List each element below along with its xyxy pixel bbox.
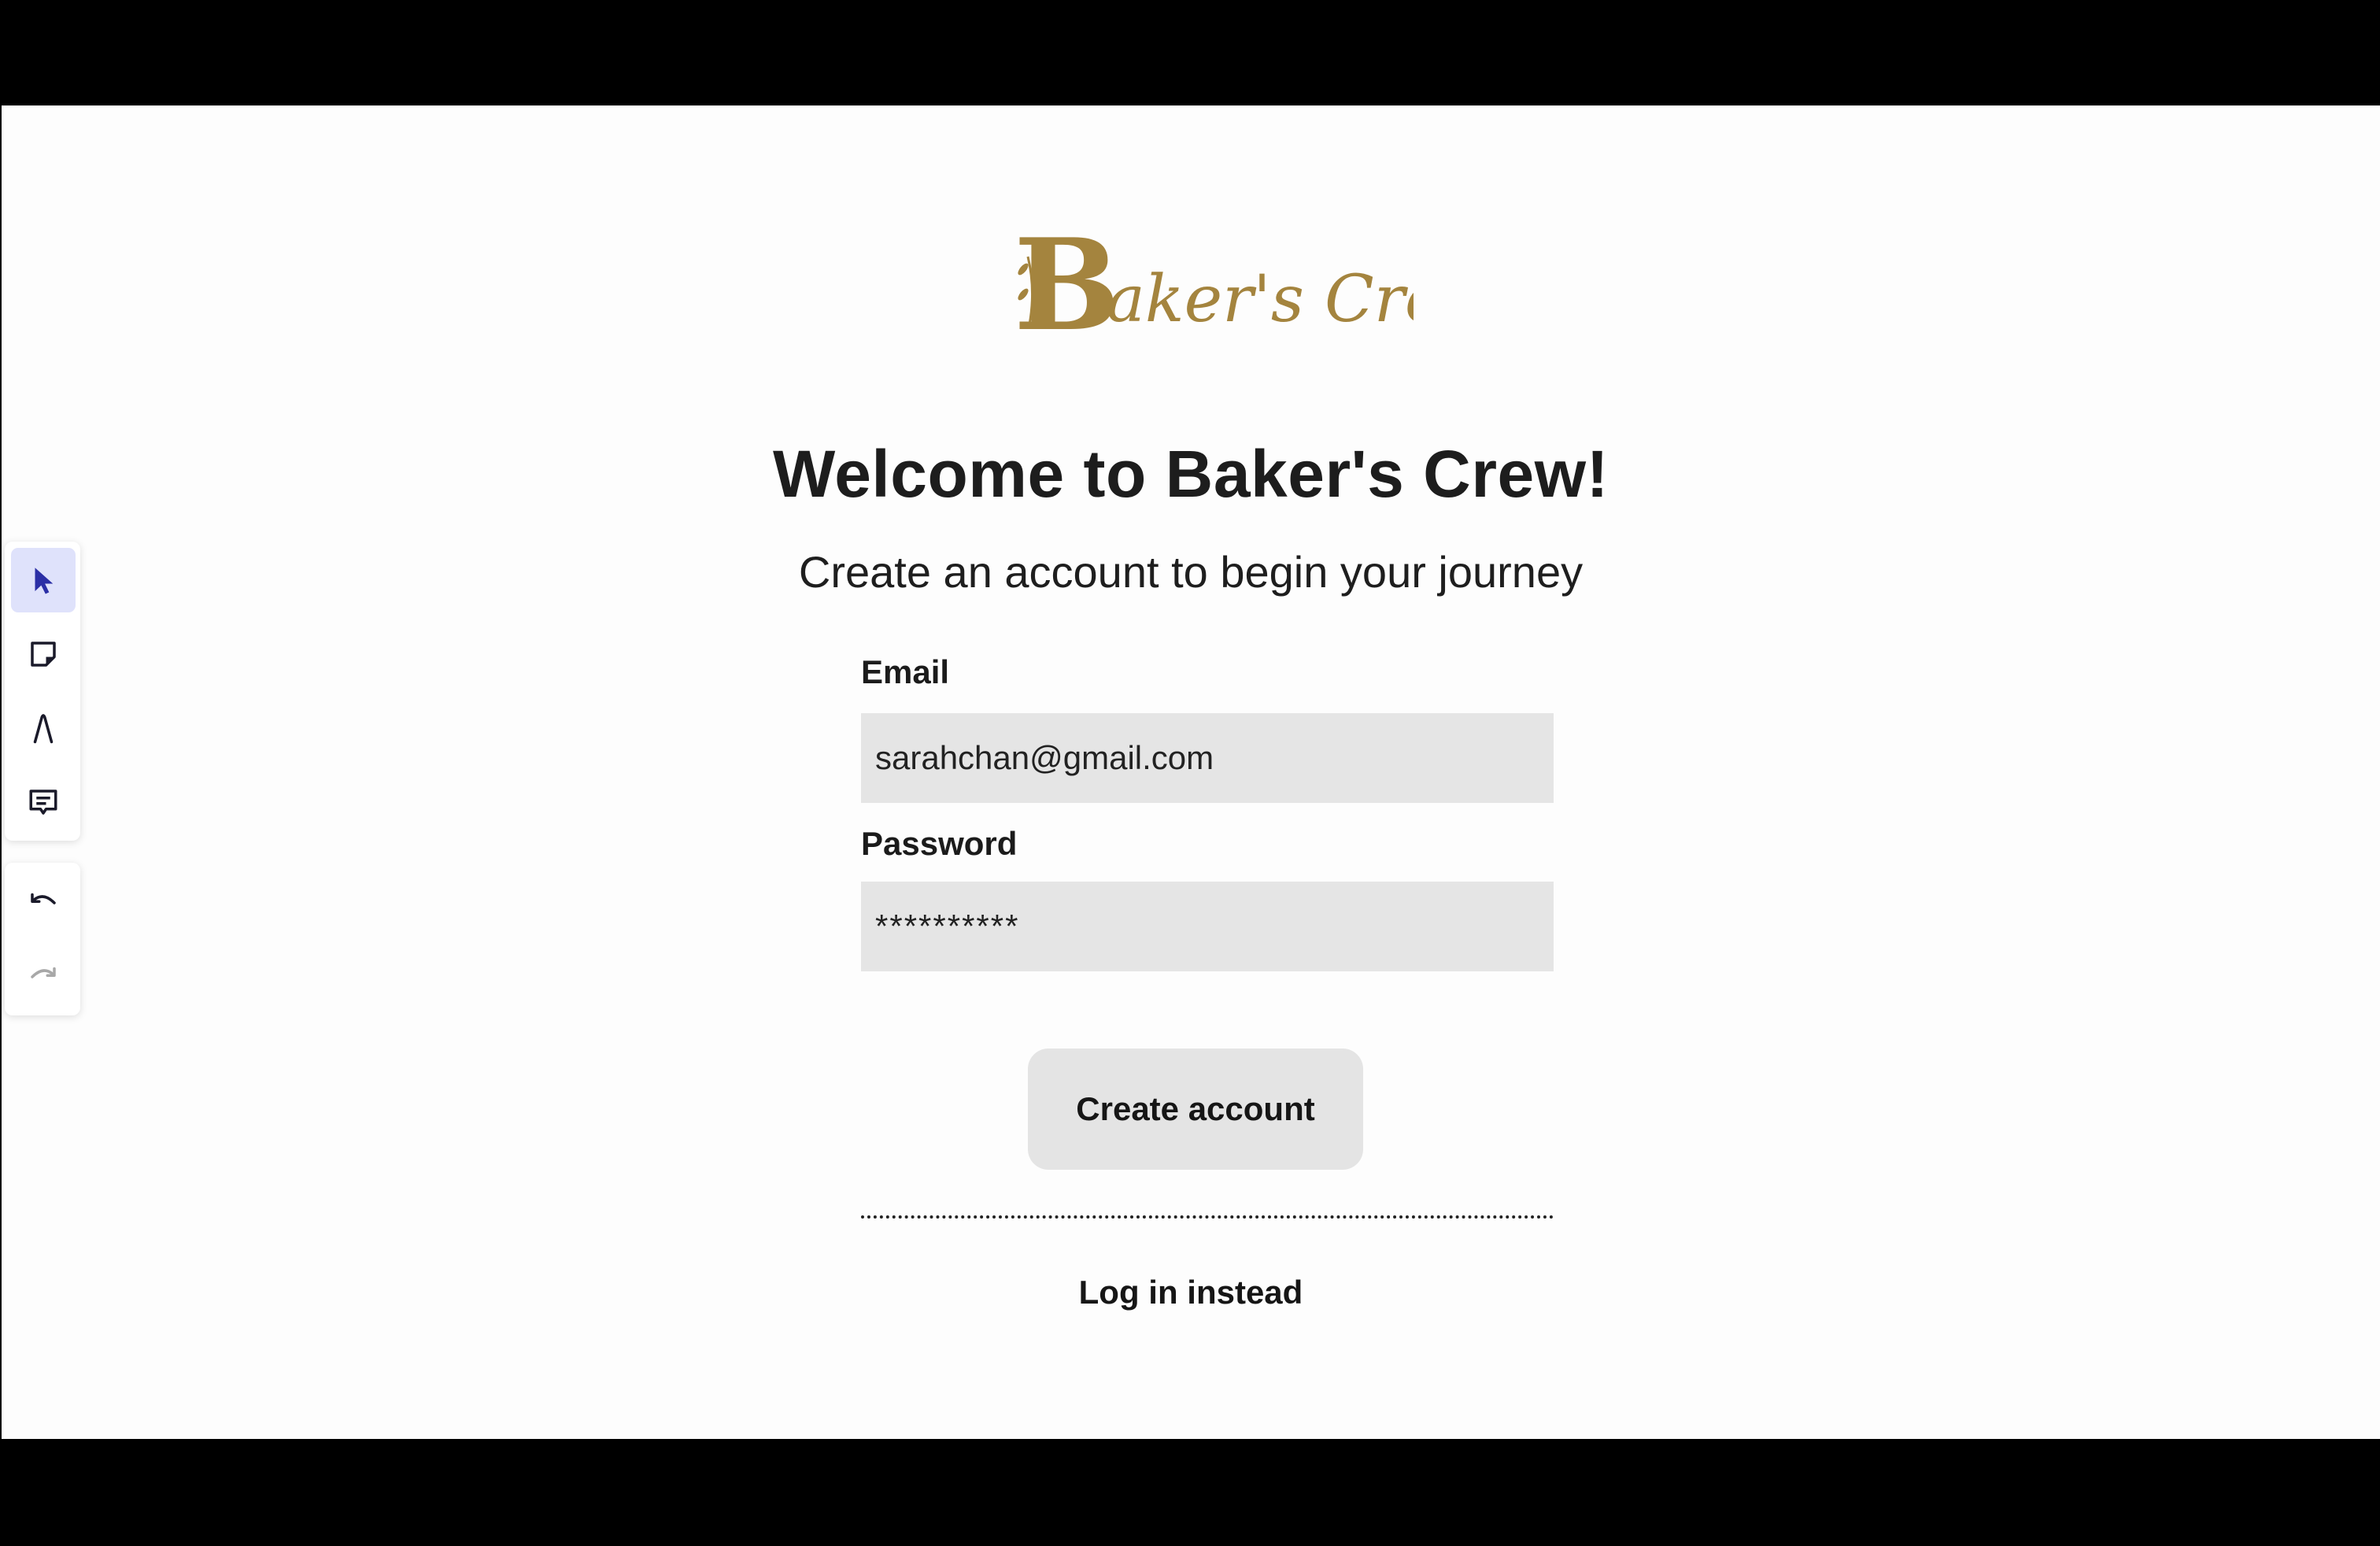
page-title: Welcome to Baker's Crew! — [772, 437, 1609, 511]
screen-frame: B aker's Crew Welcome to Baker's Crew! C… — [0, 0, 2380, 1546]
prototype-canvas: B aker's Crew Welcome to Baker's Crew! C… — [2, 105, 2380, 1439]
page-subtitle: Create an account to begin your journey — [798, 547, 1584, 597]
email-field[interactable]: sarahchan@gmail.com — [861, 713, 1554, 803]
logo-wordmark: aker's Crew — [1107, 262, 1414, 337]
undo-icon — [31, 893, 56, 904]
pen-icon — [33, 714, 54, 744]
create-account-button[interactable]: Create account — [1028, 1049, 1363, 1170]
divider — [861, 1215, 1554, 1219]
comment-icon — [29, 790, 57, 815]
email-value: sarahchan@gmail.com — [875, 739, 1214, 776]
sticky-note-tool-button[interactable] — [11, 622, 76, 686]
redo-button[interactable] — [11, 945, 76, 1009]
pen-tool-button[interactable] — [11, 696, 76, 760]
comment-tool-button[interactable] — [11, 770, 76, 834]
password-field[interactable]: ********** — [861, 882, 1554, 971]
undo-button[interactable] — [11, 871, 76, 935]
logo-initial: B — [1014, 219, 1120, 345]
email-label: Email — [861, 653, 950, 690]
brand-logo: B aker's Crew — [1012, 211, 1499, 359]
login-instead-link[interactable]: Log in instead — [2, 1274, 2380, 1311]
password-value: ********** — [875, 908, 1020, 945]
password-label: Password — [861, 825, 1018, 862]
redo-icon — [31, 967, 56, 978]
sticky-note-icon — [31, 642, 56, 667]
history-rail — [5, 863, 80, 1015]
